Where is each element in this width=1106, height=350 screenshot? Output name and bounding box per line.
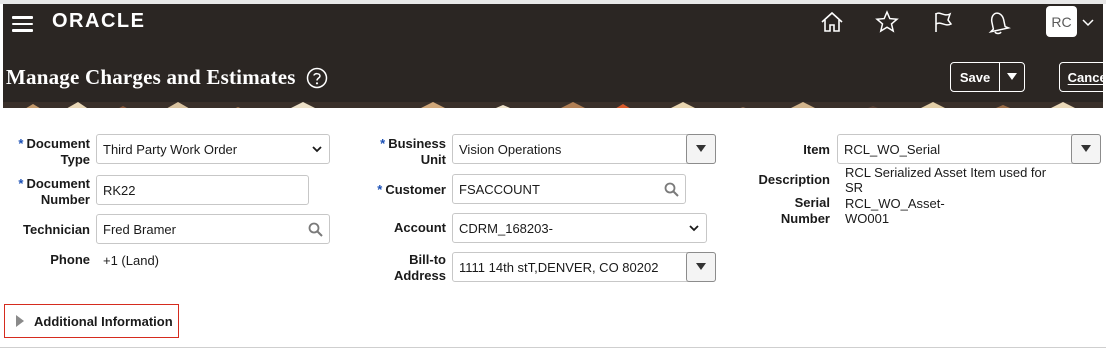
required-indicator: * (18, 176, 24, 191)
business-unit-dropdown-button[interactable] (686, 134, 716, 164)
menu-icon[interactable] (12, 16, 33, 32)
account-select[interactable]: CDRM_168203- (452, 213, 707, 243)
document-type-label: * Document Type (18, 136, 90, 167)
technician-input[interactable]: Fred Bramer (96, 214, 330, 244)
business-unit-label: * Business Unit (380, 136, 446, 167)
bill-to-address-value: 1111 14th stT,DENVER, CO 80202 (459, 259, 659, 275)
cancel-button[interactable]: Cancel (1059, 62, 1103, 92)
save-menu-button[interactable] (999, 63, 1024, 91)
account-label: Account (394, 220, 446, 235)
chevron-down-icon[interactable] (1082, 16, 1094, 28)
document-type-select[interactable]: Third Party Work Order (96, 134, 330, 164)
technician-value: Fred Bramer (103, 221, 176, 237)
account-value: CDRM_168203- (459, 220, 553, 236)
home-icon[interactable] (819, 9, 845, 35)
bill-to-address-select[interactable]: 1111 14th stT,DENVER, CO 80202 (452, 252, 716, 282)
required-indicator: * (18, 136, 24, 151)
customer-label: * Customer (377, 182, 446, 197)
save-button-group: Save (950, 62, 1025, 92)
watchlist-icon[interactable] (930, 9, 956, 35)
page-title: Manage Charges and Estimates (6, 65, 296, 89)
caret-down-icon (696, 145, 706, 152)
bill-to-address-dropdown-button[interactable] (686, 252, 716, 282)
business-unit-select[interactable]: Vision Operations (452, 134, 716, 164)
document-number-input[interactable]: RK22 (96, 175, 309, 205)
document-number-label: * Document Number (18, 176, 90, 207)
customer-value: FSACCOUNT (459, 181, 540, 197)
additional-information-label: Additional Information (34, 313, 173, 329)
business-unit-value: Vision Operations (459, 141, 562, 157)
serial-number-value: RCL_WO_Asset-WO001 (845, 196, 945, 226)
description-label: Description (758, 172, 830, 187)
search-icon[interactable] (664, 182, 679, 197)
item-value: RCL_WO_Serial (844, 141, 941, 157)
oracle-logo: ORACLE (52, 10, 146, 32)
avatar[interactable]: RC (1046, 6, 1077, 37)
item-select[interactable]: RCL_WO_Serial (837, 134, 1101, 164)
decorative-banner (3, 102, 1103, 108)
caret-down-icon (1081, 145, 1091, 152)
phone-label: Phone (50, 252, 90, 267)
required-indicator: * (380, 136, 386, 151)
chevron-down-icon (689, 225, 699, 232)
help-icon[interactable] (306, 67, 328, 89)
serial-number-label: Serial Number (780, 195, 830, 226)
item-label: Item (803, 142, 830, 157)
document-number-value: RK22 (103, 182, 136, 198)
save-button[interactable]: Save (951, 63, 999, 91)
favorites-icon[interactable] (874, 9, 900, 35)
description-value: RCL Serialized Asset Item used for SR (845, 165, 1047, 195)
notifications-icon[interactable] (985, 9, 1011, 35)
technician-label: Technician (23, 222, 90, 237)
divider (0, 347, 1106, 348)
expand-arrow-icon (16, 315, 24, 327)
chevron-down-icon (312, 146, 322, 153)
document-type-value: Third Party Work Order (103, 141, 238, 157)
required-indicator: * (377, 182, 383, 197)
customer-input[interactable]: FSACCOUNT (452, 174, 686, 204)
phone-value: +1 (Land) (103, 253, 160, 268)
caret-down-icon (696, 263, 706, 270)
item-dropdown-button[interactable] (1071, 134, 1101, 164)
caret-down-icon (1007, 73, 1017, 80)
bill-to-address-label: Bill-to Address (393, 252, 446, 283)
global-header: ORACLE RC Manage Charges and Estimates S… (3, 4, 1103, 108)
search-icon[interactable] (308, 222, 323, 237)
additional-information-toggle[interactable]: Additional Information (4, 304, 179, 338)
